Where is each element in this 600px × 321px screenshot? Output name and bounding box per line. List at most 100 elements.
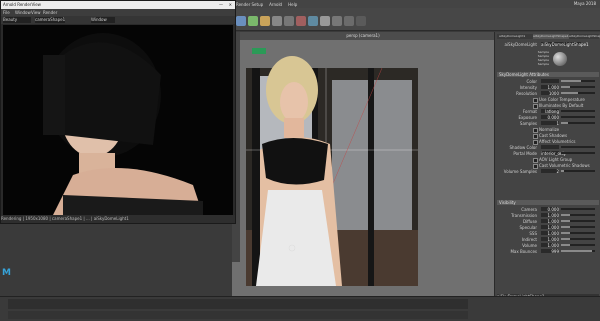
shelf-tool-icon[interactable] — [260, 16, 270, 26]
attr-value-field[interactable] — [541, 79, 559, 83]
attr-slider[interactable] — [561, 122, 595, 124]
attr-value-field[interactable]: 1.000 — [541, 243, 559, 248]
attr-slider[interactable] — [561, 170, 595, 172]
maya-logo-icon: M — [2, 268, 11, 278]
attr-value-field[interactable]: 1 — [541, 121, 559, 126]
attr-value-field[interactable]: 1.000 — [541, 231, 559, 236]
shelf-tool-icon[interactable] — [296, 16, 306, 26]
renderview-titlebar: Arnold RenderView — ✕ — [1, 1, 235, 9]
attr-row: Specular 1.000 — [497, 225, 599, 230]
shelf-tool-icon[interactable] — [236, 16, 246, 26]
attr-value-field[interactable]: 0.000 — [541, 115, 559, 120]
rv-menu-view[interactable]: View — [31, 9, 41, 16]
shelf-tool-icon[interactable] — [284, 16, 294, 26]
attr-slider[interactable] — [561, 220, 595, 222]
attr-value-field[interactable]: 1.000 — [541, 225, 559, 230]
attr-slider[interactable] — [561, 226, 595, 228]
attr-slider[interactable] — [561, 116, 595, 118]
checkbox-label: Use Color Temperature — [539, 97, 585, 102]
shelf-tool-icon[interactable] — [248, 16, 258, 26]
attr-label: Max Bounces — [510, 249, 537, 254]
attr-value-field[interactable]: interior_only — [541, 151, 566, 156]
attr-row: Exposure 0.000 — [497, 115, 599, 120]
attr-checkbox-row[interactable]: Cast Shadows — [497, 133, 599, 139]
zoom-dropdown[interactable]: Window — [91, 17, 115, 23]
attr-row: Diffuse 1.000 — [497, 219, 599, 224]
attr-value-field[interactable]: 1.000 — [541, 85, 559, 90]
rv-menu-render[interactable]: Render — [43, 9, 57, 16]
shelf-tool-icon[interactable] — [272, 16, 282, 26]
attr-slider[interactable] — [561, 92, 595, 94]
attr-label: Volume — [522, 243, 537, 248]
close-icon[interactable]: ✕ — [229, 1, 232, 9]
node-type-label: aiSkyDomeLight — [504, 42, 537, 47]
checkbox[interactable] — [533, 133, 538, 139]
attr-label: Format — [522, 109, 537, 114]
attr-checkbox-row[interactable]: AOV Light Group — [497, 157, 599, 163]
attr-checkbox-row[interactable]: Affect Volumetrics — [497, 139, 599, 145]
attr-label: Transmission — [511, 213, 537, 218]
render-canvas[interactable] — [3, 25, 233, 215]
shelf-tool-icon[interactable] — [332, 16, 342, 26]
ae-tab[interactable]: aiSkyDomeLight1 — [499, 34, 525, 39]
attr-row: Color — [497, 79, 599, 84]
checkbox[interactable] — [533, 163, 538, 169]
sample-label: Sample — [537, 62, 549, 66]
time-slider[interactable] — [8, 299, 468, 309]
attr-row: Intensity 1.000 — [497, 85, 599, 90]
section-visibility[interactable]: Visibility — [497, 200, 599, 205]
attr-value-field[interactable] — [541, 145, 559, 149]
shelf-tool-icon[interactable] — [344, 16, 354, 26]
ae-tab-active[interactable]: aiSkyDomeLightShape1 — [533, 34, 569, 39]
aov-dropdown[interactable]: Beauty — [3, 17, 31, 23]
swatch-preview[interactable] — [553, 52, 567, 66]
render-image — [3, 25, 233, 215]
attr-value-field[interactable]: 2 — [541, 169, 559, 174]
attr-slider[interactable] — [561, 146, 595, 148]
viewport-persp[interactable]: persp (camera1) — [232, 32, 494, 308]
node-name-field[interactable]: aiSkyDomeLightShape1 — [541, 42, 589, 47]
attr-slider[interactable] — [561, 86, 595, 88]
attr-slider[interactable] — [561, 208, 595, 210]
range-slider[interactable] — [8, 311, 468, 319]
minimize-icon[interactable]: — — [219, 1, 223, 9]
checkbox-label: Cast Volumetric Shadows — [539, 163, 590, 168]
attr-slider[interactable] — [561, 80, 595, 82]
attr-checkbox-row[interactable]: Use Color Temperature — [497, 97, 599, 103]
menu-help[interactable]: Help — [288, 2, 297, 7]
attr-value-field[interactable]: 1.000 — [541, 219, 559, 224]
attr-slider[interactable] — [561, 232, 595, 234]
attr-value-field[interactable]: 1.000 — [541, 213, 559, 218]
checkbox[interactable] — [533, 157, 538, 163]
camera-dropdown[interactable]: cameraShape1 — [35, 17, 65, 23]
checkbox[interactable] — [533, 127, 538, 133]
menu-arnold[interactable]: Arnold — [269, 2, 282, 7]
rv-menu-file[interactable]: File — [3, 9, 10, 16]
attr-checkbox-row[interactable]: Normalize — [497, 127, 599, 133]
checkbox[interactable] — [533, 103, 538, 109]
rv-menu-window[interactable]: Window — [15, 9, 31, 16]
attr-slider[interactable] — [561, 214, 595, 216]
checkbox[interactable] — [533, 97, 538, 103]
attr-checkbox-row[interactable]: Cast Volumetric Shadows — [497, 163, 599, 169]
attr-label: Volume Samples — [503, 169, 537, 174]
attr-slider[interactable] — [561, 152, 595, 154]
attr-value-field[interactable]: 1000 — [541, 91, 559, 96]
menu-render-setup[interactable]: Render Setup — [236, 2, 263, 7]
attr-value-field[interactable]: 999 — [541, 249, 559, 254]
checkbox[interactable] — [533, 139, 538, 145]
checkbox-label: Affect Volumetrics — [539, 139, 576, 144]
attr-checkbox-row[interactable]: Illuminates By Default — [497, 103, 599, 109]
attr-value-field[interactable]: 0.000 — [541, 207, 559, 212]
attr-value-field[interactable]: latlong — [541, 109, 559, 114]
shelf-tool-icon[interactable] — [320, 16, 330, 26]
shelf-tool-icon[interactable] — [356, 16, 366, 26]
attr-slider[interactable] — [561, 250, 595, 252]
section-skydome-attributes[interactable]: SkyDomeLight Attributes — [497, 72, 599, 77]
attr-slider[interactable] — [561, 238, 595, 240]
ae-tab[interactable]: aiSkyDomeLightShape2 — [569, 34, 600, 39]
attr-value-field[interactable]: 1.000 — [541, 237, 559, 242]
shelf-tool-icon[interactable] — [308, 16, 318, 26]
attr-slider[interactable] — [561, 244, 595, 246]
attr-slider[interactable] — [561, 110, 595, 112]
